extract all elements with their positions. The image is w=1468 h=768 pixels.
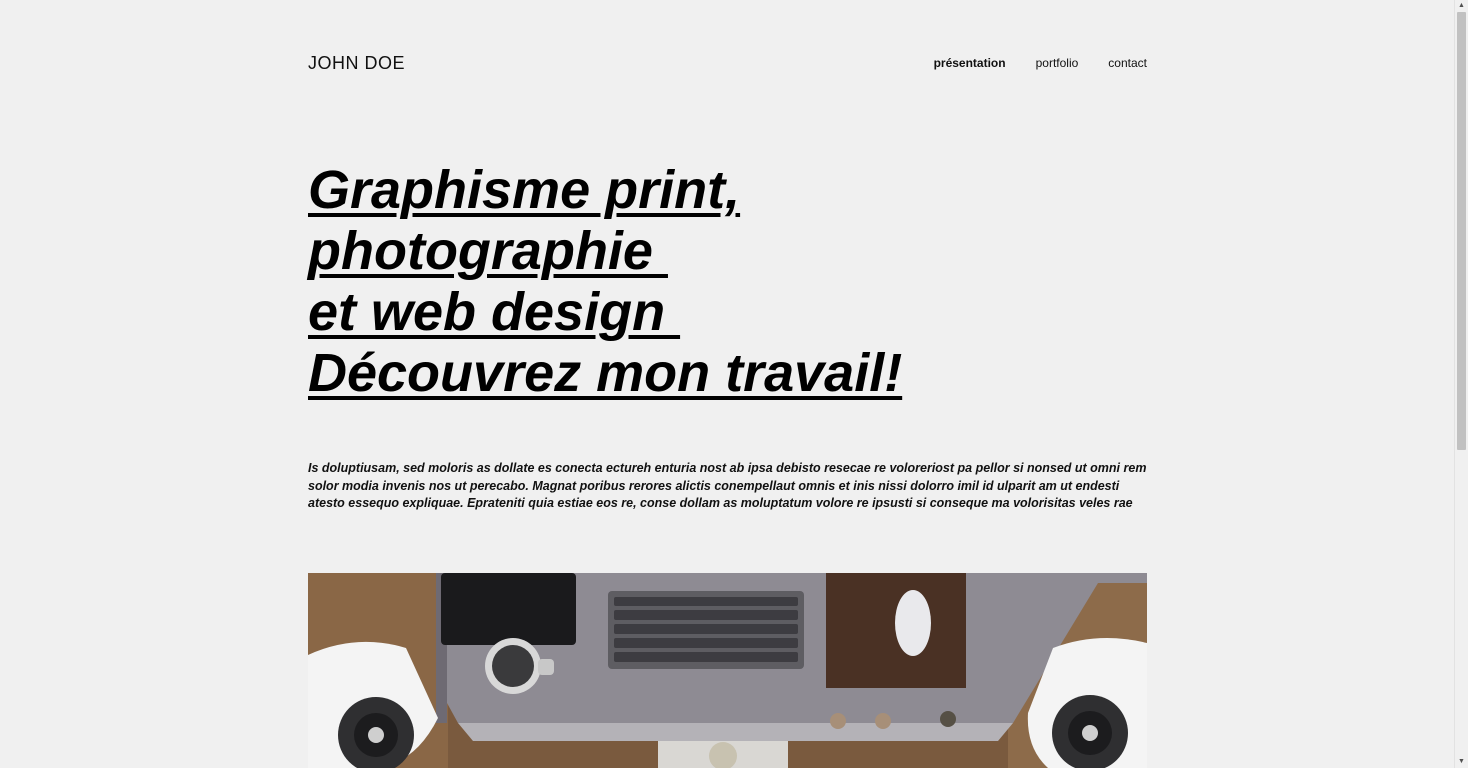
- hero-heading[interactable]: Graphisme print, photographie et web des…: [308, 160, 902, 404]
- hero-line[interactable]: et web design: [308, 282, 902, 343]
- hero-line[interactable]: Graphisme print,: [308, 160, 902, 221]
- desk-workspace-photo: [308, 573, 1147, 768]
- intro-paragraph: Is doluptiusam, sed moloris as dollate e…: [308, 461, 1147, 510]
- hero-line[interactable]: photographie: [308, 221, 902, 282]
- nav-contact[interactable]: contact: [1108, 56, 1147, 70]
- main-nav: présentation portfolio contact: [934, 56, 1147, 70]
- nav-portfolio[interactable]: portfolio: [1036, 56, 1079, 70]
- arrow-up-icon[interactable]: ▲: [1455, 0, 1468, 12]
- page-scrollbar[interactable]: ▲ ▼: [1454, 0, 1468, 768]
- hero-line[interactable]: Découvrez mon travail!: [308, 343, 902, 404]
- nav-presentation[interactable]: présentation: [934, 56, 1006, 70]
- arrow-down-icon[interactable]: ▼: [1455, 756, 1468, 768]
- scroll-thumb[interactable]: [1457, 12, 1466, 450]
- site-brand[interactable]: JOHN DOE: [308, 53, 405, 74]
